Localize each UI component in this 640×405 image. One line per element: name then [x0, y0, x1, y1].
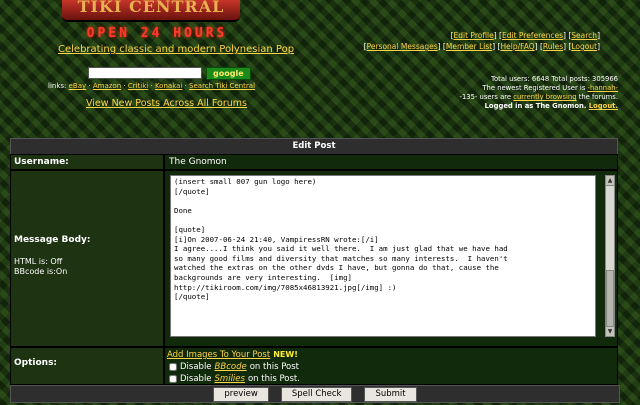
- search-row: google: [88, 66, 251, 80]
- link-search-tiki[interactable]: Search Tiki Central: [189, 82, 255, 90]
- stats-logout-link[interactable]: Logout.: [589, 102, 618, 110]
- message-label-cell: Message Body: HTML is: Off BBcode is:On: [10, 170, 164, 347]
- options-cell: Add Images To Your Post NEW! Disable BBco…: [164, 347, 618, 385]
- stats-totals: Total users: 6648 Total posts: 305966: [491, 75, 618, 83]
- options-row: Options: Add Images To Your Post NEW! Dis…: [10, 347, 618, 385]
- search-link[interactable]: Search: [571, 31, 597, 40]
- disable-bbcode-suffix: on this Post: [249, 362, 299, 372]
- currently-browsing-link[interactable]: currently browsing: [513, 93, 576, 101]
- username-label: Username:: [10, 154, 164, 170]
- html-status: HTML is: Off: [14, 257, 63, 266]
- disable-bbcode-text: Disable: [180, 362, 212, 372]
- message-body-label: Message Body:: [14, 235, 91, 245]
- disable-bbcode-option[interactable]: Disable BBcode on this Post: [167, 361, 615, 373]
- bbcode-status: BBcode is:On: [14, 267, 68, 276]
- help-faq-link[interactable]: Help/FAQ: [500, 42, 534, 51]
- smilies-link[interactable]: Smilies: [215, 373, 245, 385]
- newest-user-link[interactable]: -hannah-: [588, 84, 618, 92]
- scroll-up-arrow-icon[interactable]: ▲: [606, 176, 614, 186]
- link-critiki[interactable]: Critiki: [128, 82, 148, 90]
- stats-forums-label: the forums.: [576, 93, 618, 101]
- logged-in-label: Logged in as The Gnomon.: [484, 102, 589, 110]
- view-new-posts-link[interactable]: View New Posts Across All Forums: [86, 98, 247, 109]
- bbcode-link[interactable]: BBcode: [215, 361, 247, 373]
- panel-title: Edit Post: [10, 138, 618, 155]
- add-images-link[interactable]: Add Images To Your Post: [167, 350, 270, 360]
- link-ebay[interactable]: eBay: [69, 82, 87, 90]
- disable-bbcode-checkbox[interactable]: [169, 363, 177, 371]
- google-search-button[interactable]: google: [206, 66, 251, 80]
- username-row: Username: The Gnomon: [10, 154, 618, 170]
- logo-text: TIKI CENTRAL: [77, 0, 225, 16]
- link-konakai[interactable]: Konakai: [155, 82, 182, 90]
- disable-smilies-option[interactable]: Disable Smilies on this Post.: [167, 373, 615, 385]
- message-row: Message Body: HTML is: Off BBcode is:On …: [10, 170, 618, 347]
- disable-smilies-checkbox[interactable]: [169, 375, 177, 383]
- user-nav: [Edit Profile] [Edit Preferences] [Searc…: [363, 31, 600, 51]
- tagline-link[interactable]: Celebrating classic and modern Polynesia…: [58, 44, 294, 55]
- external-links: links: eBay · Amazon · Critiki · Konakai…: [48, 82, 256, 90]
- options-label: Options:: [10, 347, 164, 385]
- new-badge: NEW!: [273, 350, 298, 359]
- forum-stats: Total users: 6648 Total posts: 305966 Th…: [460, 75, 619, 111]
- edit-preferences-link[interactable]: Edit Preferences: [502, 31, 563, 40]
- disable-smilies-suffix: on this Post.: [247, 374, 300, 384]
- search-input[interactable]: [88, 67, 202, 79]
- member-list-link[interactable]: Member List: [446, 42, 492, 51]
- link-amazon[interactable]: Amazon: [93, 82, 121, 90]
- edit-profile-link[interactable]: Edit Profile: [454, 31, 494, 40]
- message-cell: (insert small 007 gun logo here) [/quote…: [164, 170, 618, 347]
- preview-button[interactable]: preview: [213, 386, 269, 402]
- site-header: TIKI CENTRAL OPEN 24 HOURS Celebrating c…: [0, 0, 640, 138]
- links-label: links:: [48, 82, 67, 90]
- username-value: The Gnomon: [164, 154, 618, 170]
- personal-messages-link[interactable]: Personal Messages: [367, 42, 438, 51]
- scroll-thumb[interactable]: [606, 270, 614, 328]
- spell-check-button[interactable]: Spell Check: [280, 386, 353, 402]
- logout-link[interactable]: Logout: [571, 42, 597, 51]
- disable-smilies-text: Disable: [180, 374, 212, 384]
- stats-users-label: -135- users are: [459, 93, 514, 101]
- submit-button[interactable]: Submit: [364, 386, 417, 402]
- message-textarea[interactable]: (insert small 007 gun logo here) [/quote…: [170, 175, 596, 337]
- stats-newest-label: The newest Registered User is: [482, 84, 588, 92]
- textarea-scrollbar[interactable]: ▲ ▼: [605, 175, 615, 337]
- scroll-down-arrow-icon[interactable]: ▼: [606, 326, 614, 336]
- rules-link[interactable]: Rules: [543, 42, 563, 51]
- edit-post-panel: Edit Post Username: The Gnomon Message B…: [10, 138, 620, 403]
- form-buttons: preview Spell Check Submit: [10, 385, 620, 403]
- tiki-central-logo[interactable]: TIKI CENTRAL: [62, 0, 240, 22]
- open-24-hours-sign: OPEN 24 HOURS: [86, 26, 228, 41]
